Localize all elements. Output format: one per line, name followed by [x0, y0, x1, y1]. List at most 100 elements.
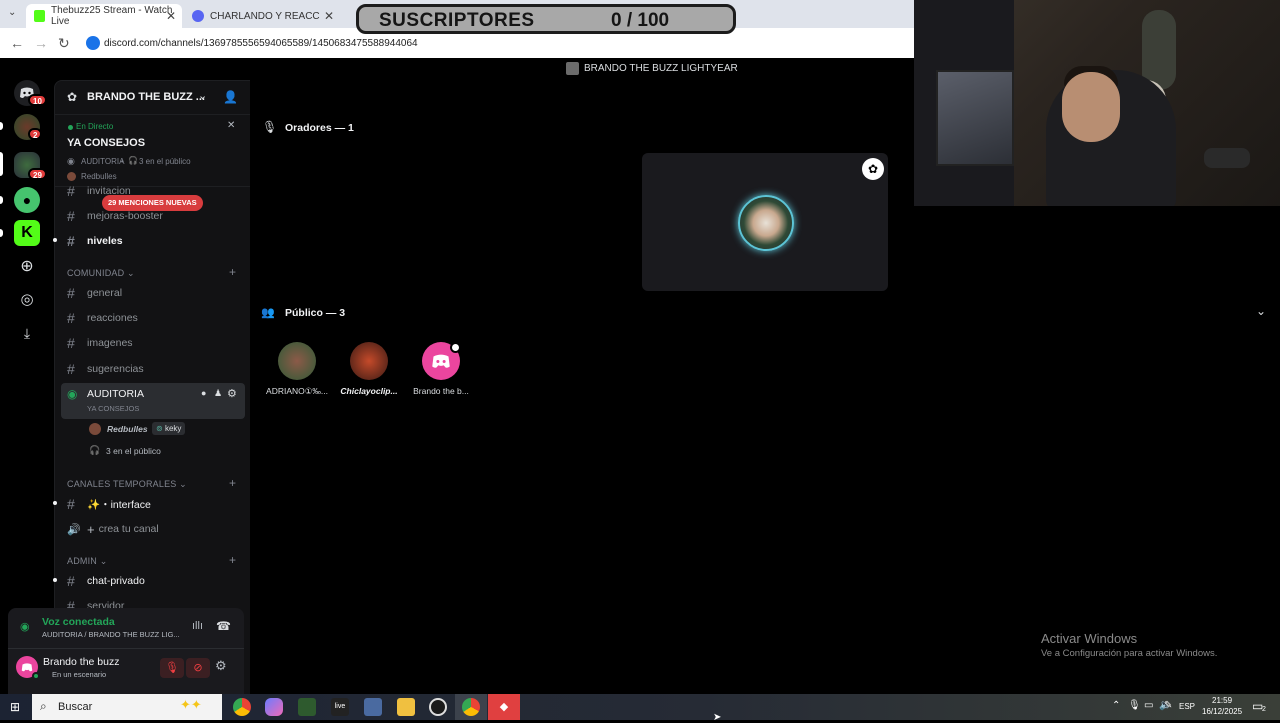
hash-icon: #	[67, 573, 75, 589]
network-icon[interactable]: ▭	[1144, 700, 1153, 711]
hash-icon: #	[67, 183, 75, 199]
audience-member[interactable]: Brando the b...	[408, 342, 474, 404]
chevron-down-icon: ⌄	[99, 556, 108, 566]
speakers-heading: Oradores — 1	[285, 122, 354, 134]
speaker-2-chip[interactable]: ⊚ keky	[152, 422, 186, 435]
browser-tab-kick[interactable]: Thebuzz25 Stream - Watch Live ✕	[26, 4, 182, 28]
address-bar[interactable]: discord.com/channels/1369785556594065589…	[82, 32, 902, 54]
taskbar-search-input[interactable]: ⌕ Buscar ✦✦	[32, 694, 222, 720]
channel-label: sugerencias	[87, 363, 144, 375]
hash-icon: #	[67, 208, 75, 224]
mouse-cursor-icon: ➤	[713, 712, 722, 723]
tray-chevron-icon[interactable]: ⌃	[1112, 700, 1120, 711]
category-admin[interactable]: ADMIN ⌄	[67, 556, 107, 567]
live-audience: 3 en el público	[139, 157, 191, 166]
add-channel-icon[interactable]: +	[229, 553, 236, 567]
stage-badge-icon	[450, 342, 461, 353]
add-channel-icon[interactable]: +	[229, 265, 236, 279]
category-label: CANALES TEMPORALES	[67, 479, 177, 489]
channel-chat-privado[interactable]: # chat-privado	[67, 570, 145, 592]
category-temporales[interactable]: CANALES TEMPORALES ⌄	[67, 479, 187, 490]
selected-indicator	[0, 152, 3, 176]
chrome-active-icon[interactable]	[462, 698, 480, 716]
browser-tab-youtube[interactable]	[342, 4, 356, 28]
gear-icon[interactable]: ⚙	[215, 658, 227, 674]
channel-crea-tu-canal[interactable]: 🔊 + crea tu canal	[67, 518, 159, 540]
live-stage-card[interactable]: En Directo ✕ YA CONSEJOS ◉ AUDITORIA • 🎧…	[55, 115, 250, 187]
tab-label: Thebuzz25 Stream - Watch Live	[51, 5, 173, 27]
windows-start-icon[interactable]: ⊞	[10, 700, 20, 714]
obs-icon[interactable]	[429, 698, 447, 716]
deafen-icon[interactable]: ⊘	[186, 658, 210, 678]
voice-path[interactable]: AUDITORIA / BRANDO THE BUZZ LIG...	[42, 630, 180, 639]
channel-interface[interactable]: # ✨・interface	[67, 493, 151, 515]
audience-name: Chiclayoclip...	[340, 386, 398, 396]
close-tab-icon[interactable]: ✕	[166, 9, 176, 23]
headphones-icon: 🎧	[89, 445, 101, 455]
speaker-1-name[interactable]: Redbulles	[107, 424, 148, 434]
user-name[interactable]: Brando the buzz	[43, 656, 119, 668]
subscriber-goal-overlay: SUSCRIPTORES 0 / 100	[356, 4, 736, 34]
unread-marker	[53, 238, 57, 242]
disconnect-icon[interactable]: ☎	[216, 619, 231, 633]
download-icon[interactable]: ⤓	[14, 320, 40, 346]
stage-icon: ◉	[67, 156, 75, 166]
close-tab-icon[interactable]: ✕	[324, 9, 334, 23]
channel-mejoras-booster[interactable]: # mejoras-booster	[67, 205, 163, 227]
live-dot-icon	[68, 125, 73, 130]
channel-sugerencias[interactable]: # sugerencias	[67, 358, 144, 380]
app-icon[interactable]	[298, 698, 316, 716]
channel-label: reacciones	[87, 312, 138, 324]
speaker-tile[interactable]: ✿	[642, 153, 888, 291]
clock-date[interactable]: 16/12/2025	[1202, 707, 1242, 716]
invite-user-icon[interactable]: 👤	[223, 90, 238, 104]
discord-favicon-icon	[192, 10, 204, 22]
channel-niveles[interactable]: # niveles	[67, 230, 123, 252]
clock-time[interactable]: 21:59	[1212, 696, 1232, 705]
signal-icon[interactable]: ◉	[20, 620, 30, 633]
voice-status[interactable]: Voz conectada	[42, 616, 115, 628]
copilot-icon[interactable]	[265, 698, 283, 716]
tray-mic-icon[interactable]: 🎙	[1128, 700, 1141, 711]
language-indicator[interactable]: ESP	[1179, 702, 1195, 711]
add-server-icon[interactable]: ⊕	[14, 254, 40, 280]
chrome-icon[interactable]	[233, 698, 251, 716]
forward-arrow-icon[interactable]: →	[34, 35, 48, 51]
tab-list-chevron-icon[interactable]: ⌄	[8, 7, 16, 18]
reload-icon[interactable]: ↻	[58, 35, 70, 52]
stage-channel-auditoria[interactable]: ◉ AUDITORIA YA CONSEJOS ● ♟ ⚙	[61, 383, 245, 419]
server-icon-panda[interactable]: ●	[14, 187, 40, 213]
gear-icon[interactable]: ⚙	[227, 387, 237, 400]
chat-icon[interactable]: ●	[201, 388, 206, 398]
pen-icon[interactable]: ✎	[1164, 700, 1172, 711]
calculator-icon[interactable]	[364, 698, 382, 716]
site-info-icon[interactable]	[86, 36, 100, 50]
server-icon-kick[interactable]: K	[14, 220, 40, 246]
collapse-chevron-icon[interactable]: ⌄	[1256, 304, 1266, 318]
browser-tab-discord[interactable]: CHARLANDO Y REACCIONAND ✕	[184, 4, 340, 28]
streamdeck-icon: ◆	[499, 701, 509, 713]
back-arrow-icon[interactable]: ←	[10, 35, 24, 51]
mic-muted-icon[interactable]: 🎙	[160, 658, 184, 678]
invite-icon[interactable]: ♟	[214, 388, 222, 399]
live-channel: AUDITORIA	[81, 157, 125, 166]
audience-member[interactable]: Chiclayoclip...	[336, 342, 402, 404]
close-icon[interactable]: ✕	[227, 120, 235, 131]
add-channel-icon[interactable]: +	[229, 476, 236, 490]
channel-label: imagenes	[87, 337, 133, 349]
channel-general[interactable]: # general	[67, 282, 122, 304]
channel-label: mejoras-booster	[87, 210, 163, 222]
live-app-icon[interactable]: live	[331, 698, 349, 716]
live-host: Redbulles	[81, 172, 117, 181]
chevron-down-icon[interactable]: ⌄	[198, 89, 207, 102]
discover-icon[interactable]: ◎	[14, 287, 40, 313]
channel-imagenes[interactable]: # imagenes	[67, 332, 133, 354]
channel-reacciones[interactable]: # reacciones	[67, 307, 138, 329]
category-comunidad[interactable]: COMUNIDAD ⌄	[67, 268, 135, 279]
audience-member[interactable]: ADRIANO①‰...	[264, 342, 330, 404]
server-header[interactable]: ✿ BRANDO THE BUZZ ... ⌄ 👤	[55, 81, 250, 115]
speaker-icon: 🔊	[67, 523, 81, 536]
soundboard-icon[interactable]: ıllı	[192, 620, 203, 632]
folder-icon[interactable]	[397, 698, 415, 716]
unread-badge: 10	[28, 94, 47, 106]
